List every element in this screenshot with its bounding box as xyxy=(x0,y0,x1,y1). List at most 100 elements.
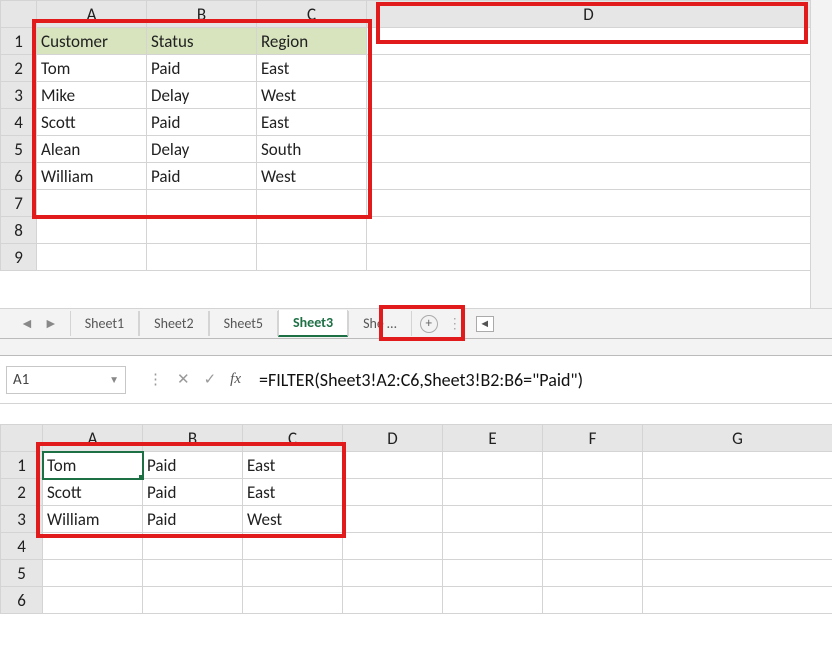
col-header-c[interactable]: C xyxy=(257,1,367,28)
cell[interactable]: Delay xyxy=(147,136,257,163)
cell[interactable] xyxy=(37,217,147,244)
cell[interactable] xyxy=(367,55,811,82)
col-header-e[interactable]: E xyxy=(443,425,543,452)
tab-sheet5[interactable]: Sheet5 xyxy=(209,311,278,336)
cell[interactable] xyxy=(243,560,343,587)
tab-she-truncated[interactable]: She … xyxy=(348,311,412,336)
row-header[interactable]: 6 xyxy=(1,587,43,614)
cell[interactable]: Scott xyxy=(37,109,147,136)
cell[interactable] xyxy=(543,560,643,587)
cell[interactable] xyxy=(343,506,443,533)
cell[interactable]: Paid xyxy=(143,479,243,506)
cell[interactable]: Region xyxy=(257,28,367,55)
chevron-down-icon[interactable]: ▼ xyxy=(109,373,119,386)
cell[interactable] xyxy=(367,82,811,109)
cell[interactable]: Paid xyxy=(143,506,243,533)
cell[interactable] xyxy=(43,560,143,587)
tab-nav-next-icon[interactable]: ► xyxy=(44,315,58,332)
cell[interactable]: William xyxy=(37,163,147,190)
bottom-grid[interactable]: A B C D E F G 1 Tom Paid East 2 Scott Pa… xyxy=(0,424,832,614)
cell[interactable] xyxy=(643,560,832,587)
tab-sheet1[interactable]: Sheet1 xyxy=(70,311,139,336)
cell[interactable] xyxy=(367,28,811,55)
row-header[interactable]: 3 xyxy=(1,506,43,533)
cell[interactable] xyxy=(143,587,243,614)
cell[interactable] xyxy=(543,506,643,533)
cell[interactable] xyxy=(257,217,367,244)
col-header-c[interactable]: C xyxy=(243,425,343,452)
row-header[interactable]: 1 xyxy=(1,28,37,55)
row-header[interactable]: 3 xyxy=(1,82,37,109)
cell[interactable] xyxy=(367,244,811,271)
top-grid[interactable]: A B C D 1 Customer Status Region 2 Tom P… xyxy=(0,0,811,271)
col-header-f[interactable]: F xyxy=(543,425,643,452)
cell[interactable] xyxy=(543,587,643,614)
name-box[interactable]: A1 ▼ xyxy=(6,366,126,394)
row-header[interactable]: 2 xyxy=(1,55,37,82)
cell[interactable] xyxy=(37,190,147,217)
cell[interactable] xyxy=(143,533,243,560)
cell[interactable] xyxy=(443,533,543,560)
cell[interactable] xyxy=(367,217,811,244)
cell[interactable]: Mike xyxy=(37,82,147,109)
cell[interactable] xyxy=(367,136,811,163)
col-header-d[interactable]: D xyxy=(367,1,811,28)
tab-nav-prev-icon[interactable]: ◄ xyxy=(20,315,34,332)
cell[interactable]: Scott xyxy=(43,479,143,506)
cell[interactable]: South xyxy=(257,136,367,163)
cell[interactable]: Tom xyxy=(37,55,147,82)
confirm-icon[interactable]: ✓ xyxy=(204,370,217,389)
cell[interactable]: Paid xyxy=(147,55,257,82)
cell[interactable] xyxy=(143,560,243,587)
cell[interactable] xyxy=(37,244,147,271)
tab-sheet2[interactable]: Sheet2 xyxy=(139,311,208,336)
row-header[interactable]: 1 xyxy=(1,452,43,479)
cell[interactable]: Paid xyxy=(147,163,257,190)
row-header[interactable]: 9 xyxy=(1,244,37,271)
cell[interactable]: West xyxy=(257,82,367,109)
cell[interactable] xyxy=(367,163,811,190)
cell[interactable]: Paid xyxy=(147,109,257,136)
row-header[interactable]: 5 xyxy=(1,136,37,163)
row-header[interactable]: 5 xyxy=(1,560,43,587)
fx-icon[interactable]: fx xyxy=(230,371,241,388)
cell[interactable] xyxy=(257,190,367,217)
cell[interactable] xyxy=(443,560,543,587)
cell[interactable] xyxy=(343,479,443,506)
cell[interactable]: East xyxy=(243,479,343,506)
cell[interactable] xyxy=(343,452,443,479)
cell[interactable] xyxy=(147,244,257,271)
cell[interactable] xyxy=(367,109,811,136)
cell[interactable]: Delay xyxy=(147,82,257,109)
cell[interactable]: West xyxy=(257,163,367,190)
cell[interactable] xyxy=(643,533,832,560)
cell[interactable]: William xyxy=(43,506,143,533)
select-all-corner[interactable] xyxy=(1,1,37,28)
cell[interactable] xyxy=(643,506,832,533)
cell[interactable] xyxy=(147,190,257,217)
cell[interactable] xyxy=(343,587,443,614)
cell[interactable]: West xyxy=(243,506,343,533)
cell-selected[interactable]: Tom xyxy=(43,452,143,479)
cell[interactable]: East xyxy=(243,452,343,479)
col-header-a[interactable]: A xyxy=(43,425,143,452)
row-header[interactable]: 6 xyxy=(1,163,37,190)
row-header[interactable]: 4 xyxy=(1,109,37,136)
col-header-b[interactable]: B xyxy=(143,425,243,452)
col-header-d[interactable]: D xyxy=(343,425,443,452)
cell[interactable] xyxy=(543,452,643,479)
cell[interactable] xyxy=(643,479,832,506)
cell[interactable] xyxy=(243,533,343,560)
cell[interactable] xyxy=(257,244,367,271)
new-sheet-button[interactable]: + xyxy=(420,315,438,333)
cell[interactable]: Customer xyxy=(37,28,147,55)
cell[interactable] xyxy=(543,479,643,506)
cell[interactable] xyxy=(643,587,832,614)
cell[interactable]: Paid xyxy=(143,452,243,479)
cell[interactable]: Status xyxy=(147,28,257,55)
row-header[interactable]: 4 xyxy=(1,533,43,560)
tab-sheet3[interactable]: Sheet3 xyxy=(278,310,348,337)
col-header-a[interactable]: A xyxy=(37,1,147,28)
formula-input[interactable]: =FILTER(Sheet3!A2:C6,Sheet3!B2:B6="Paid"… xyxy=(253,366,826,394)
col-header-b[interactable]: B xyxy=(147,1,257,28)
